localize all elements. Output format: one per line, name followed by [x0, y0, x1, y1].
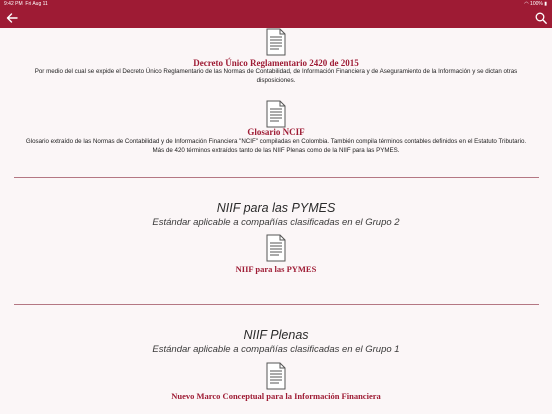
document-link[interactable]: Nuevo Marco Conceptual para la Informaci… — [0, 391, 552, 401]
content-area: Decreto Único Reglamentario 2420 de 2015… — [0, 28, 552, 414]
search-button[interactable] — [534, 11, 548, 25]
back-button[interactable] — [5, 11, 19, 25]
divider — [14, 177, 539, 178]
document-description: Por medio del cual se expide el Decreto … — [34, 68, 518, 84]
battery-level: 100% — [530, 1, 543, 7]
status-date: Fri Aug 11 — [25, 1, 48, 7]
status-time: 9:42 PM — [4, 1, 23, 7]
section-title: NIIF para las PYMES — [216, 201, 336, 215]
divider — [14, 304, 539, 305]
navigation-bar — [0, 8, 552, 28]
section-title: NIIF Plenas — [243, 328, 309, 342]
section-subtitle: Estándar aplicable a compañías clasifica… — [152, 217, 400, 228]
battery-icon: ▮ — [544, 1, 547, 7]
status-bar: 9:42 PM Fri Aug 11 ◠ 100% ▮ — [0, 0, 552, 8]
search-icon — [535, 12, 547, 24]
document-icon[interactable] — [265, 28, 287, 56]
document-link[interactable]: Glosario NCIF — [0, 127, 552, 137]
wifi-icon: ◠ — [524, 1, 529, 7]
document-link[interactable]: Decreto Único Reglamentario 2420 de 2015 — [0, 58, 552, 68]
document-icon[interactable] — [265, 234, 287, 262]
document-link[interactable]: NIIF para las PYMES — [0, 264, 552, 274]
document-icon[interactable] — [265, 362, 287, 390]
document-description: Glosario extraído de las Normas de Conta… — [25, 138, 527, 154]
document-icon[interactable] — [265, 100, 287, 128]
section-subtitle: Estándar aplicable a compañías clasifica… — [152, 344, 400, 355]
arrow-left-icon — [6, 13, 18, 23]
